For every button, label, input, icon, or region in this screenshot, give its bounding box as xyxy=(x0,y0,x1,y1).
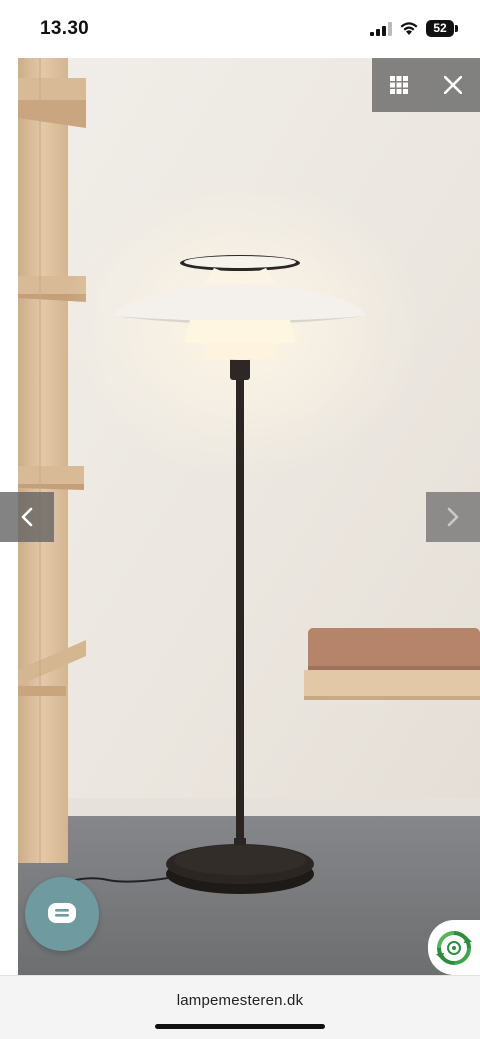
home-indicator[interactable] xyxy=(155,1024,325,1029)
battery-icon: 52 xyxy=(426,20,458,37)
grid-icon xyxy=(390,76,408,94)
viewer-toolbar xyxy=(372,58,480,112)
next-image-button[interactable] xyxy=(426,492,480,542)
url-text[interactable]: lampemesteren.dk xyxy=(0,992,480,1009)
chevron-left-icon xyxy=(21,507,33,527)
close-button[interactable] xyxy=(426,58,480,112)
status-bar: 13.30 52 xyxy=(0,0,480,58)
trust-badge-button[interactable] xyxy=(428,920,480,975)
close-icon xyxy=(444,76,462,94)
previous-image-button[interactable] xyxy=(0,492,54,542)
battery-level: 52 xyxy=(426,20,454,37)
recycle-badge-icon xyxy=(436,930,472,965)
grid-view-button[interactable] xyxy=(372,58,426,112)
chat-bubble-icon xyxy=(48,903,76,923)
browser-url-bar[interactable]: lampemesteren.dk xyxy=(0,975,480,1039)
product-photo[interactable] xyxy=(18,58,480,975)
cellular-signal-icon xyxy=(370,22,392,36)
chat-button[interactable] xyxy=(25,877,99,951)
status-time: 13.30 xyxy=(40,18,90,39)
wifi-icon xyxy=(400,22,418,35)
chevron-right-icon xyxy=(447,507,459,527)
floor-lamp-photo xyxy=(18,58,480,975)
